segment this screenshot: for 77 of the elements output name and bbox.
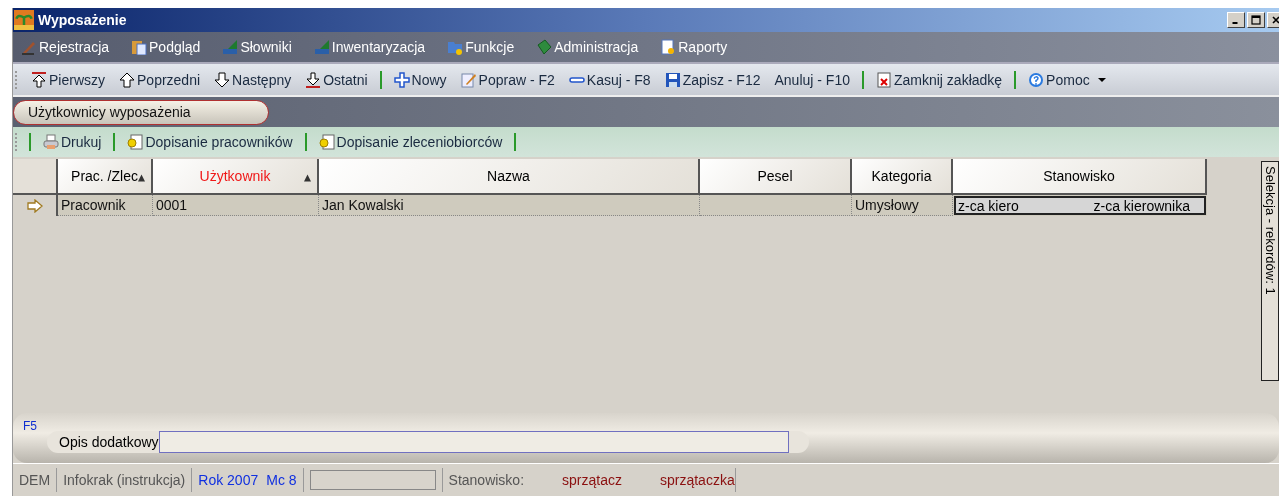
tab[interactable]: Użytkownicy wyposażenia [13,99,269,125]
minimize-icon [1231,22,1238,24]
toolbar-button[interactable]: Popraw - F2 [458,71,557,88]
menu-item[interactable]: Funkcje [447,39,515,55]
table-cell: Umysłowy [852,195,953,216]
status-text: Rok 2007 [198,472,259,488]
status-text: Infokrak (instrukcja) [57,468,193,492]
column-label: Użytkownik [199,168,271,184]
menu-item[interactable]: Rejestracja [21,39,110,55]
toolbar-button[interactable]: Nowy [391,71,449,88]
column-header[interactable]: Prac. /Zlec [58,159,153,195]
edit-icon [460,71,477,88]
toolbar-button[interactable]: Zapisz - F12 [662,71,763,88]
help-icon [1028,71,1045,88]
column-header[interactable]: Kategoria [852,159,953,195]
menu-item[interactable]: Inwentaryzacja [313,39,426,55]
column-header[interactable]: Pesel [700,159,852,195]
toolbar-button[interactable]: Następny [212,71,294,88]
shortcut-label: F5 [23,419,37,433]
input-field[interactable] [158,431,789,453]
maximize-button[interactable] [1247,12,1265,28]
field-label: Opis dodatkowy [59,434,159,450]
table-cell: 0001 [153,195,319,216]
toolbar-button[interactable]: Anuluj - F10 [772,71,852,88]
pen-icon [21,39,37,55]
column-label: Pesel [757,168,793,184]
close-icon [1271,15,1279,25]
status-text: sprzątacz [562,472,622,488]
last-record-icon [305,71,322,88]
table-cell: Pracownik [58,195,153,216]
toolbar-button[interactable]: Dopisanie zleceniobiorców [316,134,505,150]
column-header[interactable]: Stanowisko [953,159,1207,195]
toolbar-button[interactable]: Kasuj - F8 [566,71,653,88]
toolbar-button[interactable]: Pierwszy [29,71,107,88]
toolbar-button[interactable]: Pomoc [1026,71,1108,88]
column-label: Prac. /Zlec [71,168,138,184]
toolbar-button[interactable]: Zamknij zakładkę [873,71,1005,88]
status-text: DEM [13,468,58,492]
column-label: Kategoria [871,168,932,184]
minimize-button[interactable] [1227,12,1245,28]
toolbar-button[interactable]: Dopisanie pracowników [125,134,295,150]
grid-corner [13,159,58,195]
menu-item[interactable]: Podgląd [131,39,201,55]
menu-item[interactable]: Słowniki [222,39,292,55]
column-label: Stanowisko [1043,168,1115,184]
status-text: Stanowisko: [448,472,525,488]
row-header[interactable] [13,195,58,216]
arrow-up-icon [119,71,135,88]
status-text: Mc 8 [266,472,297,488]
status-text: sprzątaczka [659,472,735,488]
plus-icon [393,71,410,88]
first-record-icon [31,71,47,88]
arrow-down-icon [214,71,231,88]
report-icon [660,39,677,55]
folder-icon [447,39,464,55]
menu-item[interactable]: Raporty [660,39,728,55]
side-tab[interactable]: Selekcja - rekordów: 1 [1261,161,1279,381]
sort-icon [304,174,311,182]
column-header[interactable]: Użytkownik [153,159,319,195]
toolbar-button[interactable]: Poprzedni [117,71,203,88]
sort-icon [138,174,145,182]
table-cell: Jan Kowalski [319,195,700,216]
printer-icon [43,134,59,150]
caret-icon [1097,77,1106,82]
app-icon [14,10,34,30]
toolbar-button[interactable]: Ostatni [303,71,370,88]
position-field[interactable]: z-ca kiero z-ca kierownika [954,196,1206,215]
clipboard-icon [131,39,148,55]
column-header[interactable]: Nazwa [319,159,700,195]
maximize-icon [1251,15,1261,25]
page-star-icon [318,134,335,150]
menu-item[interactable]: Administracja [536,39,639,55]
close-document-icon [875,71,892,88]
save-icon [664,71,681,88]
toolbar-button[interactable]: Drukuj [41,134,104,150]
column-label: Nazwa [487,168,530,184]
window-title: Wyposażenie [38,12,127,28]
